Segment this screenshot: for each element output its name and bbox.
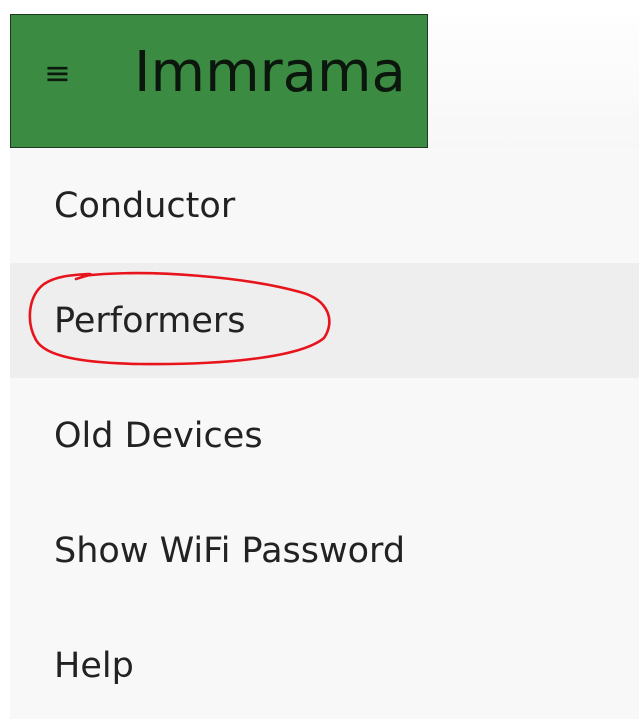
- menu-item-performers[interactable]: Performers: [10, 263, 639, 378]
- menu-item-label: Performers: [54, 300, 246, 341]
- menu-item-label: Conductor: [54, 185, 236, 226]
- header-background: [428, 14, 639, 148]
- menu-item-show-wifi-password[interactable]: Show WiFi Password: [10, 493, 639, 608]
- hamburger-icon[interactable]: ≡: [44, 57, 71, 89]
- menu-item-old-devices[interactable]: Old Devices: [10, 378, 639, 493]
- app-title: Immrama: [134, 40, 406, 105]
- navigation-menu: Conductor Performers Old Devices Show Wi…: [10, 148, 639, 719]
- menu-item-help[interactable]: Help: [10, 608, 639, 719]
- menu-item-label: Old Devices: [54, 415, 263, 456]
- app-header: ≡ Immrama: [10, 14, 428, 148]
- menu-item-label: Help: [54, 645, 134, 686]
- app-drawer: ≡ Immrama Conductor Performers Old Devic…: [0, 0, 639, 719]
- menu-item-label: Show WiFi Password: [54, 530, 406, 571]
- menu-item-conductor[interactable]: Conductor: [10, 148, 639, 263]
